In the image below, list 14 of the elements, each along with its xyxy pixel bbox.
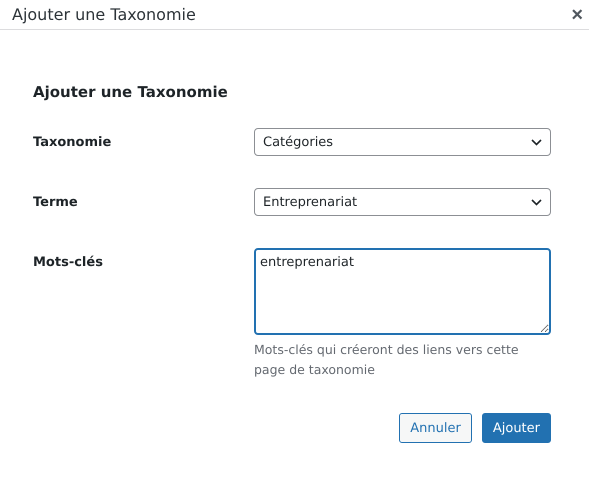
- add-button[interactable]: Ajouter: [482, 413, 551, 443]
- field-label: Mots-clés: [33, 254, 104, 270]
- chevron-down-icon: [531, 138, 542, 146]
- chevron-down-icon: [531, 198, 542, 206]
- field-label: Taxonomie: [33, 134, 112, 150]
- dialog-title: Ajouter une Taxonomie: [12, 5, 196, 24]
- form-heading: Ajouter une Taxonomie: [33, 83, 229, 101]
- dropdown-field[interactable]: Catégories: [254, 128, 551, 156]
- field-label: Terme: [33, 194, 79, 210]
- cancel-button[interactable]: Annuler: [399, 413, 472, 443]
- help-text: Mots-clés qui créeront des liens vers cette page de taxonomie: [254, 341, 520, 379]
- dropdown-field[interactable]: Entreprenariat: [254, 188, 551, 216]
- keywords-textarea[interactable]: entreprenariat: [254, 248, 551, 335]
- close-button[interactable]: ×: [569, 4, 585, 24]
